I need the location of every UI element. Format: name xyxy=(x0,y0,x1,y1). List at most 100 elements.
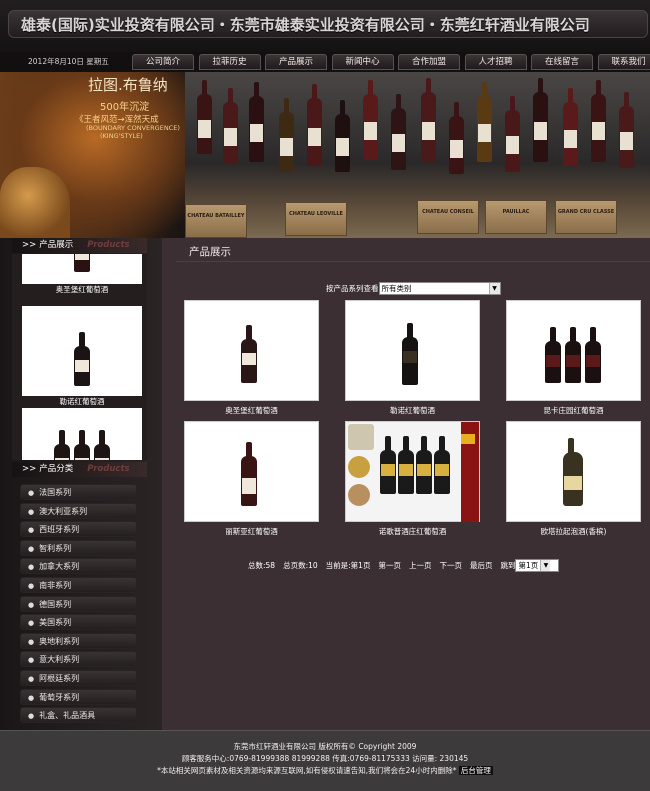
category-item[interactable]: ● 礼盒、礼品酒具 xyxy=(20,707,137,724)
wine-bottle-icon xyxy=(449,102,464,174)
category-item[interactable]: ● 美国系列 xyxy=(20,614,137,631)
category-item[interactable]: ● 澳大利亚系列 xyxy=(20,502,137,519)
banner-tagline: 500年沉淀 xyxy=(100,102,150,113)
product-image[interactable] xyxy=(184,421,319,522)
category-item[interactable]: ● 葡萄牙系列 xyxy=(20,688,137,705)
category-filter: 按产品系列查看 所有类别 ▼ xyxy=(326,282,501,295)
wine-bottle-icon xyxy=(307,84,322,166)
category-item[interactable]: ● 加拿大系列 xyxy=(20,558,137,575)
scroller-caption: 奥圣堡红葡萄酒 xyxy=(55,285,109,294)
pagination: 总数:58 总页数:10 当前是:第1页 第一页 上一页 下一页 最后页 跳到 … xyxy=(248,559,560,572)
nav-item-news[interactable]: 新闻中心 xyxy=(331,54,394,70)
product-name[interactable]: 勒诺红葡萄酒 xyxy=(345,405,480,416)
product-image[interactable] xyxy=(506,300,641,401)
bullet-icon: ● xyxy=(28,526,35,535)
scroller-item[interactable]: 奥圣堡红葡萄酒 xyxy=(22,254,142,296)
nav-item-products[interactable]: 产品展示 xyxy=(265,54,327,70)
sidebar: >> 产品展示 Products 奥圣堡红葡萄酒 勒诺红葡萄酒 >> 产品分类 Prod… xyxy=(0,238,162,730)
banner-slogan-en: (BOUNDARY CONVERGENCE) xyxy=(86,124,180,132)
wine-bottle-icon xyxy=(241,325,257,383)
current-page: 当前是:第1页 xyxy=(325,561,371,570)
wine-bottle-icon xyxy=(197,80,212,154)
last-page-link[interactable]: 最后页 xyxy=(470,560,493,571)
filter-label: 按产品系列查看 xyxy=(326,284,379,293)
wine-bottle-icon xyxy=(279,98,294,172)
product-name[interactable]: 丽斯亚红葡萄酒 xyxy=(184,526,319,537)
double-arrow-icon: >> xyxy=(22,240,37,250)
product-name[interactable]: 昆卡庄园红葡萄酒 xyxy=(506,405,641,416)
nav-item-jobs[interactable]: 人才招聘 xyxy=(464,54,527,70)
product-card[interactable]: 奥圣堡红葡萄酒 xyxy=(184,300,319,416)
total-count: 总数:58 xyxy=(248,561,276,570)
scroller-item[interactable]: 勒诺红葡萄酒 xyxy=(22,306,142,408)
bullet-icon: ● xyxy=(28,637,35,646)
wine-bottle-icon xyxy=(434,436,450,494)
category-item[interactable]: ● 德国系列 xyxy=(20,595,137,612)
wine-bottle-icon xyxy=(398,436,414,494)
statue-image xyxy=(0,167,70,238)
product-image[interactable] xyxy=(345,421,480,522)
product-card[interactable]: 昆卡庄园红葡萄酒 xyxy=(506,300,641,416)
wine-bottle-icon xyxy=(241,442,257,506)
product-scroller[interactable]: 奥圣堡红葡萄酒 勒诺红葡萄酒 xyxy=(12,254,147,460)
category-item[interactable]: ● 西班牙系列 xyxy=(20,521,137,538)
wine-bottle-icon xyxy=(545,327,561,383)
admin-link[interactable]: 后台管理 xyxy=(458,766,493,775)
category-select[interactable]: 所有类别 ▼ xyxy=(378,282,501,295)
page-select[interactable]: 第1页 ▼ xyxy=(515,559,560,572)
category-item[interactable]: ● 南非系列 xyxy=(20,576,137,593)
bullet-icon: ● xyxy=(28,507,35,516)
product-card[interactable]: 欧塔拉起泡酒(香槟) xyxy=(506,421,641,537)
footer-disclaimer-row: *本站相关网页素材及相关资源均来源互联网,如有侵权请速告知,我们将会在24小时内… xyxy=(0,765,650,777)
product-card[interactable]: 勒诺红葡萄酒 xyxy=(345,300,480,416)
wine-bottle-icon xyxy=(74,332,90,386)
category-item[interactable]: ● 法国系列 xyxy=(20,484,137,500)
product-image[interactable] xyxy=(184,300,319,401)
product-card[interactable]: 诺歌普酒庄红葡萄酒 xyxy=(345,421,480,537)
wine-bottle-icon xyxy=(335,100,350,172)
double-arrow-icon: >> xyxy=(22,464,37,474)
next-page-link[interactable]: 下一页 xyxy=(439,560,462,571)
wine-bottle-icon xyxy=(363,80,378,160)
category-item[interactable]: ● 意大利系列 xyxy=(20,651,137,668)
category-item[interactable]: ● 奥地利系列 xyxy=(20,632,137,649)
product-name[interactable]: 诺歌普酒庄红葡萄酒 xyxy=(345,526,480,537)
wine-crate: CHATEAU BATAILLEY xyxy=(185,204,247,238)
product-image[interactable] xyxy=(345,300,480,401)
nav-item-about[interactable]: 公司简介 xyxy=(132,54,194,70)
product-thumb xyxy=(22,408,142,460)
first-page-link[interactable]: 第一页 xyxy=(378,560,401,571)
nav-item-lafite-history[interactable]: 拉菲历史 xyxy=(198,54,261,70)
category-item[interactable]: ● 智利系列 xyxy=(20,539,137,556)
bullet-icon: ● xyxy=(28,563,35,572)
product-image[interactable] xyxy=(506,421,641,522)
wine-bottle-icon xyxy=(391,94,406,170)
wine-bottle-icon xyxy=(505,96,520,172)
wine-bottle-icon xyxy=(619,92,634,168)
medal-badge xyxy=(348,484,370,506)
wine-bottle-icon xyxy=(402,323,418,385)
product-name[interactable]: 奥圣堡红葡萄酒 xyxy=(184,405,319,416)
sidebar-products-heading: >> 产品展示 Products xyxy=(12,238,147,253)
category-item[interactable]: ● 阿根廷系列 xyxy=(20,669,137,686)
wine-bottle-icon xyxy=(54,430,70,460)
wine-bottle-icon xyxy=(591,80,606,162)
prev-page-link[interactable]: 上一页 xyxy=(409,560,432,571)
nav-bar: 2012年8月10日 星期五 公司简介 拉菲历史 产品展示 新闻中心 合作加盟 … xyxy=(0,52,650,72)
sparkling-bottle-icon xyxy=(563,438,583,506)
nav-item-franchise[interactable]: 合作加盟 xyxy=(398,54,460,70)
product-name[interactable]: 欧塔拉起泡酒(香槟) xyxy=(506,526,641,537)
wine-bottle-icon xyxy=(94,430,110,460)
scroller-item[interactable] xyxy=(22,408,142,460)
bullet-icon: ● xyxy=(28,600,35,609)
bullet-icon: ● xyxy=(28,656,35,665)
sidebar-categories-heading: >> 产品分类 Products xyxy=(12,462,147,477)
product-card[interactable]: 丽斯亚红葡萄酒 xyxy=(184,421,319,537)
wine-bottle-icon xyxy=(565,327,581,383)
wine-crate: CHATEAU LEOVILLE xyxy=(285,202,347,236)
nav-items: 公司简介 拉菲历史 产品展示 新闻中心 合作加盟 人才招聘 在线留言 联系我们 xyxy=(132,54,650,70)
medal-badge xyxy=(348,456,370,478)
nav-item-guestbook[interactable]: 在线留言 xyxy=(531,54,593,70)
nav-item-contact[interactable]: 联系我们 xyxy=(597,54,650,70)
flag-icon xyxy=(461,434,475,444)
